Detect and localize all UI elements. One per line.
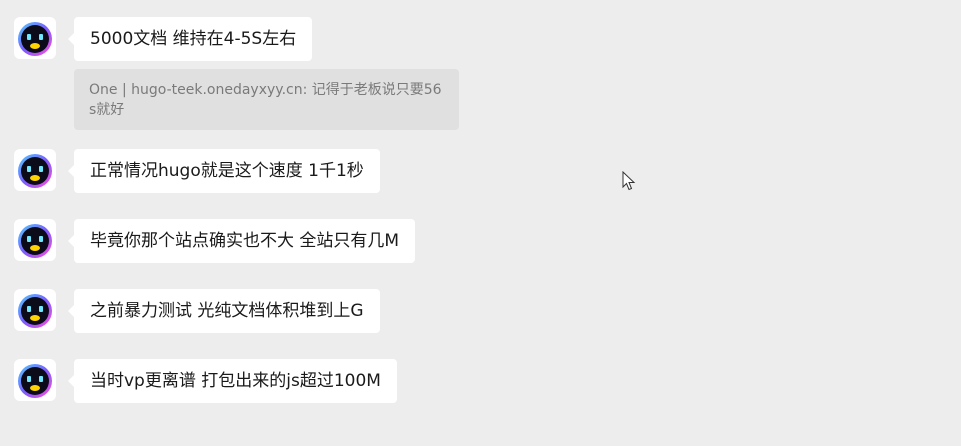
message-bubble[interactable]: 5000文档 维持在4-5S左右 — [67, 17, 313, 61]
chat-message: 正常情况hugo就是这个速度 1千1秒 — [14, 149, 380, 193]
robot-avatar-icon — [18, 154, 52, 188]
mouse-pointer-icon — [622, 171, 636, 191]
robot-avatar-icon — [18, 22, 52, 56]
robot-avatar-icon — [18, 224, 52, 258]
chat-message: 毕竟你那个站点确实也不大 全站只有几M — [14, 219, 416, 263]
user-avatar[interactable] — [14, 359, 56, 401]
chat-message: 当时vp更离谱 打包出来的js超过100M — [14, 359, 397, 403]
chat-window: 5000文档 维持在4-5S左右 One | hugo-teek.onedayx… — [0, 0, 961, 446]
quoted-message[interactable]: One | hugo-teek.onedayxyy.cn: 记得于老板说只要56… — [74, 69, 459, 130]
user-avatar[interactable] — [14, 149, 56, 191]
user-avatar[interactable] — [14, 219, 56, 261]
message-bubble[interactable]: 毕竟你那个站点确实也不大 全站只有几M — [67, 219, 416, 263]
message-bubble[interactable]: 之前暴力测试 光纯文档体积堆到上G — [68, 289, 380, 333]
message-bubble[interactable]: 当时vp更离谱 打包出来的js超过100M — [68, 359, 397, 403]
user-avatar[interactable] — [14, 17, 56, 59]
robot-avatar-icon — [18, 294, 52, 328]
user-avatar[interactable] — [14, 289, 56, 331]
robot-avatar-icon — [18, 364, 52, 398]
chat-message: 之前暴力测试 光纯文档体积堆到上G — [14, 289, 380, 333]
chat-message: 5000文档 维持在4-5S左右 One | hugo-teek.onedayx… — [14, 17, 459, 130]
message-bubble[interactable]: 正常情况hugo就是这个速度 1千1秒 — [68, 149, 380, 193]
